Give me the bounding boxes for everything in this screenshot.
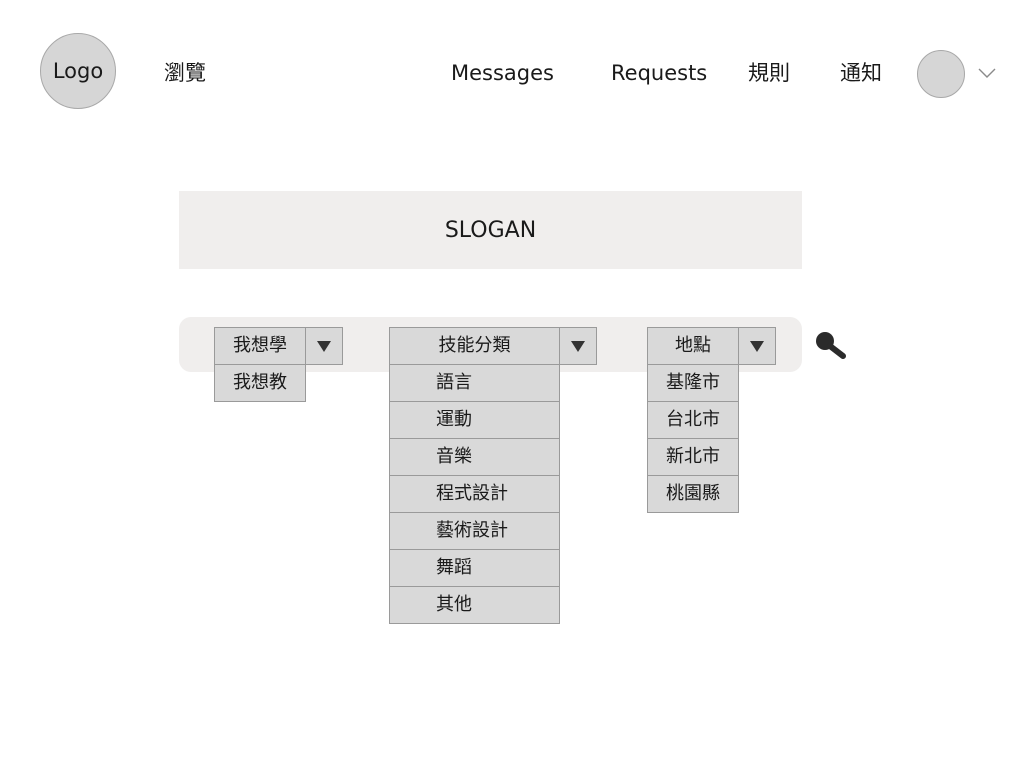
nav-notifications[interactable]: 通知 [840, 59, 882, 87]
nav-browse[interactable]: 瀏覽 [164, 59, 206, 87]
mode-option[interactable]: 我想教 [214, 364, 306, 402]
mode-select[interactable]: 我想學 [214, 327, 306, 365]
category-option[interactable]: 其他 [389, 586, 560, 624]
mode-dropdown-button[interactable] [305, 327, 343, 365]
location-option[interactable]: 新北市 [647, 438, 739, 476]
slogan-banner: SLOGAN [179, 191, 802, 269]
page: Logo 瀏覽 Messages Requests 規則 通知 SLOGAN 我… [0, 0, 1024, 768]
category-option[interactable]: 運動 [389, 401, 560, 439]
triangle-down-icon [317, 340, 331, 352]
chevron-down-icon[interactable] [976, 62, 998, 84]
category-select[interactable]: 技能分類 [389, 327, 560, 365]
location-option[interactable]: 台北市 [647, 401, 739, 439]
avatar[interactable] [917, 50, 965, 98]
slogan-text: SLOGAN [444, 217, 537, 243]
category-dropdown-button[interactable] [559, 327, 597, 365]
location-select[interactable]: 地點 [647, 327, 739, 365]
category-option[interactable]: 程式設計 [389, 475, 560, 513]
category-option[interactable]: 舞蹈 [389, 549, 560, 587]
logo[interactable]: Logo [40, 33, 116, 109]
triangle-down-icon [571, 340, 585, 352]
nav-messages[interactable]: Messages [451, 59, 554, 87]
location-option[interactable]: 基隆市 [647, 364, 739, 402]
search-icon[interactable] [814, 330, 848, 360]
logo-text: Logo [52, 59, 104, 83]
category-option[interactable]: 語言 [389, 364, 560, 402]
category-option[interactable]: 音樂 [389, 438, 560, 476]
location-option[interactable]: 桃園縣 [647, 475, 739, 513]
location-dropdown-button[interactable] [738, 327, 776, 365]
triangle-down-icon [750, 340, 764, 352]
nav-requests[interactable]: Requests [611, 59, 707, 87]
nav-rules[interactable]: 規則 [748, 59, 790, 87]
category-option[interactable]: 藝術設計 [389, 512, 560, 550]
